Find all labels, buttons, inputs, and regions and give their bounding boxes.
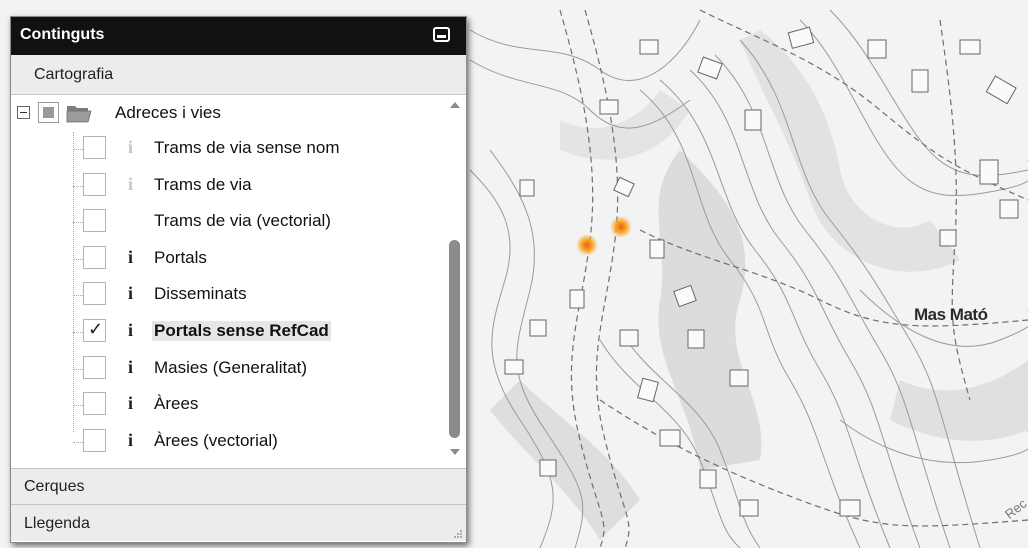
layer-row[interactable]: ✓ i Portals sense RefCad bbox=[11, 315, 441, 351]
tree-guide bbox=[73, 405, 83, 407]
layer-checkbox[interactable] bbox=[83, 428, 106, 452]
info-icon: i bbox=[128, 137, 134, 157]
info-icon[interactable]: i bbox=[128, 393, 133, 414]
folder-label: Adreces i vies bbox=[115, 103, 221, 122]
layer-row[interactable]: Trams de via (vectorial) bbox=[11, 205, 441, 241]
layer-checkbox[interactable] bbox=[83, 392, 106, 416]
layer-checkbox[interactable] bbox=[83, 245, 106, 269]
layer-label[interactable]: Trams de via sense nom bbox=[154, 138, 340, 158]
layer-label[interactable]: Àrees (vectorial) bbox=[154, 431, 278, 451]
tree-guide bbox=[73, 295, 83, 297]
panel-header: Continguts bbox=[11, 17, 466, 55]
section-llegenda[interactable]: Llegenda bbox=[11, 504, 466, 541]
resize-grip-icon[interactable] bbox=[453, 529, 463, 539]
portal-marker[interactable] bbox=[610, 216, 632, 238]
checkmark-icon: ✓ bbox=[88, 319, 104, 339]
layer-row[interactable]: i Trams de via sense nom bbox=[11, 132, 441, 168]
tree-guide bbox=[73, 368, 83, 370]
layer-row[interactable]: i Portals bbox=[11, 242, 441, 278]
folder-row-adreces[interactable]: Adreces i vies bbox=[11, 96, 441, 132]
layer-row[interactable]: i Àrees bbox=[11, 388, 441, 424]
layer-tree: Adreces i vies i Trams de via sense nom i T… bbox=[11, 96, 466, 468]
layer-row[interactable]: i Disseminats bbox=[11, 278, 441, 314]
layer-checkbox[interactable] bbox=[83, 172, 106, 196]
info-icon[interactable]: i bbox=[128, 283, 133, 304]
portal-marker[interactable] bbox=[576, 234, 598, 256]
layer-label[interactable]: Portals sense RefCad bbox=[152, 321, 331, 341]
layer-checkbox[interactable] bbox=[83, 355, 106, 379]
info-icon[interactable]: i bbox=[128, 320, 133, 341]
contents-panel: Continguts Cartografia Adreces i vies iT… bbox=[10, 16, 467, 543]
layer-label[interactable]: Portals bbox=[154, 248, 207, 268]
layer-checkbox[interactable] bbox=[83, 209, 106, 233]
scroll-down-icon[interactable] bbox=[450, 449, 460, 455]
folder-checkbox[interactable] bbox=[38, 102, 59, 123]
tree-guide bbox=[73, 258, 83, 260]
layer-label[interactable]: Trams de via bbox=[154, 175, 252, 195]
scroll-thumb[interactable] bbox=[449, 240, 460, 438]
tree-guide bbox=[73, 185, 83, 187]
section-cerques[interactable]: Cerques bbox=[11, 468, 466, 504]
tree-guide bbox=[73, 222, 83, 224]
layer-label[interactable]: Masies (Generalitat) bbox=[154, 358, 307, 378]
layer-row[interactable]: i Masies (Generalitat) bbox=[11, 352, 441, 388]
section-cartografia[interactable]: Cartografia bbox=[11, 55, 466, 95]
scroll-up-icon[interactable] bbox=[450, 102, 460, 108]
collapse-icon[interactable] bbox=[17, 106, 30, 119]
layer-row[interactable]: i Trams de via bbox=[11, 169, 441, 205]
layer-row[interactable]: i Àrees (vectorial) bbox=[11, 425, 441, 461]
info-icon[interactable]: i bbox=[128, 430, 133, 451]
scrollbar[interactable] bbox=[446, 96, 464, 468]
tree-guide bbox=[73, 332, 83, 333]
layer-checkbox[interactable] bbox=[83, 136, 106, 159]
folder-open-icon bbox=[66, 106, 92, 123]
layer-label[interactable]: Trams de via (vectorial) bbox=[154, 211, 331, 231]
info-icon[interactable]: i bbox=[128, 247, 133, 268]
layer-label[interactable]: Àrees bbox=[154, 394, 198, 414]
info-icon: i bbox=[128, 173, 134, 194]
panel-title: Continguts bbox=[20, 26, 105, 43]
layer-checkbox[interactable] bbox=[83, 282, 106, 306]
layer-checkbox[interactable]: ✓ bbox=[83, 319, 106, 342]
map-place-label: Mas Mató bbox=[914, 305, 988, 324]
minimize-icon[interactable] bbox=[433, 27, 450, 42]
tree-guide bbox=[73, 441, 83, 443]
info-icon[interactable]: i bbox=[128, 357, 133, 378]
tree-guide bbox=[73, 149, 83, 150]
layer-label[interactable]: Disseminats bbox=[154, 284, 247, 304]
